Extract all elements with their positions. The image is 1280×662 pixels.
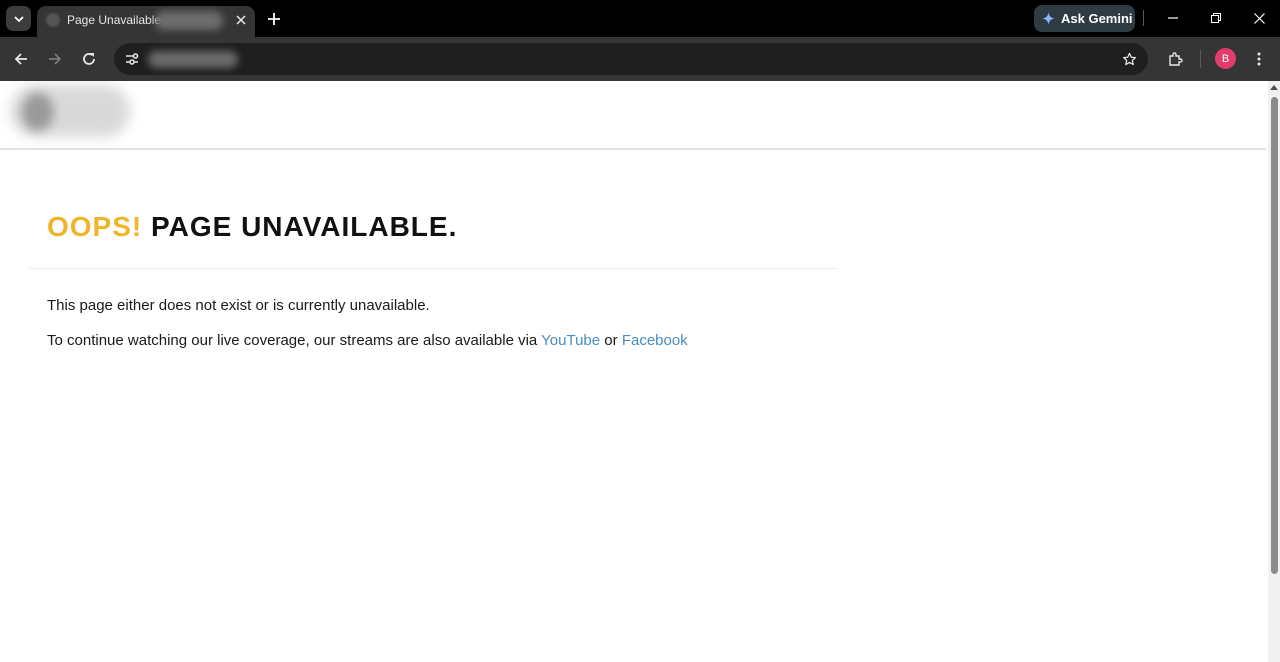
browser-toolbar: B xyxy=(0,37,1280,81)
chevron-down-icon xyxy=(13,15,24,22)
streams-message-or: or xyxy=(600,332,622,349)
reload-button[interactable] xyxy=(77,47,101,71)
scrollbar-thumb[interactable] xyxy=(1271,97,1278,574)
page-scrollbar[interactable] xyxy=(1268,81,1280,662)
minimize-icon xyxy=(1168,17,1178,19)
gemini-sparkle-icon xyxy=(1042,12,1055,25)
profile-avatar[interactable]: B xyxy=(1215,48,1236,69)
address-bar[interactable] xyxy=(114,43,1148,75)
site-info-button[interactable] xyxy=(120,47,144,71)
minimize-button[interactable] xyxy=(1160,6,1186,30)
heading-accent: OOPS! xyxy=(47,211,143,242)
tune-icon xyxy=(126,53,139,65)
forward-button[interactable] xyxy=(43,47,67,71)
facebook-link[interactable]: Facebook xyxy=(622,332,688,349)
site-logo-mark xyxy=(22,93,54,131)
streams-message: To continue watching our live coverage, … xyxy=(47,332,688,349)
puzzle-icon xyxy=(1169,52,1183,66)
divider xyxy=(1143,10,1144,26)
reload-icon xyxy=(83,53,95,65)
restore-button[interactable] xyxy=(1203,6,1229,30)
star-icon xyxy=(1122,52,1136,65)
close-icon xyxy=(236,15,246,25)
youtube-link[interactable]: YouTube xyxy=(541,332,600,349)
tab-strip: Page Unavailable Ask Gemini xyxy=(0,0,1280,37)
site-header xyxy=(0,81,1266,150)
divider xyxy=(29,268,837,269)
close-icon xyxy=(1253,12,1265,24)
page-viewport: OOPS! PAGE UNAVAILABLE. This page either… xyxy=(0,81,1268,662)
tab-title: Page Unavailable xyxy=(67,13,162,27)
unavailable-message: This page either does not exist or is cu… xyxy=(47,297,430,314)
new-tab-button[interactable] xyxy=(263,8,285,30)
streams-message-text: To continue watching our live coverage, … xyxy=(47,332,542,349)
divider xyxy=(1200,50,1201,68)
arrow-right-icon xyxy=(49,53,62,65)
arrow-left-icon xyxy=(14,53,27,65)
ask-gemini-label: Ask Gemini xyxy=(1061,11,1133,26)
tab-title-redacted xyxy=(155,11,223,30)
extensions-button[interactable] xyxy=(1164,47,1188,71)
tab-close-button[interactable] xyxy=(232,11,250,29)
active-tab[interactable]: Page Unavailable xyxy=(37,6,255,37)
url-redacted xyxy=(148,51,238,68)
more-vert-icon xyxy=(1257,52,1261,66)
bookmark-button[interactable] xyxy=(1117,47,1141,71)
back-button[interactable] xyxy=(9,47,33,71)
restore-icon xyxy=(1211,13,1221,23)
scroll-up-arrow-icon[interactable] xyxy=(1270,85,1278,90)
menu-button[interactable] xyxy=(1249,47,1269,71)
favicon-icon xyxy=(46,13,60,27)
heading-text: PAGE UNAVAILABLE. xyxy=(151,211,458,242)
page-heading: OOPS! PAGE UNAVAILABLE. xyxy=(47,211,457,243)
close-window-button[interactable] xyxy=(1246,6,1272,30)
ask-gemini-button[interactable]: Ask Gemini xyxy=(1034,5,1135,32)
tab-search-button[interactable] xyxy=(6,6,31,31)
plus-icon xyxy=(268,13,280,25)
